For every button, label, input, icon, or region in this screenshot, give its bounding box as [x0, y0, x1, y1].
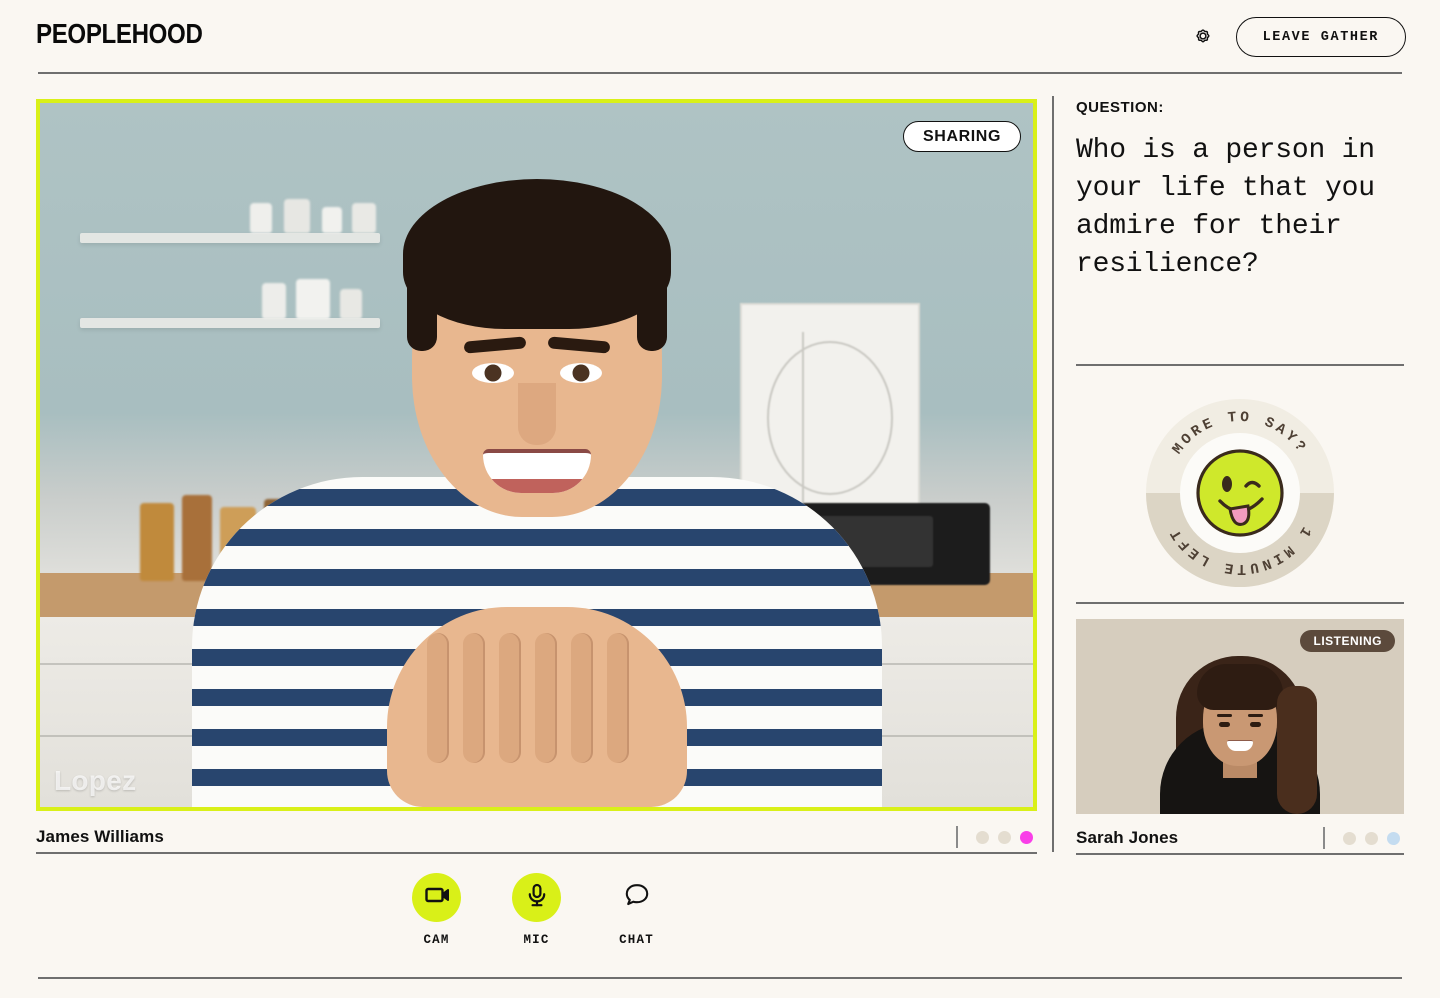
- connection-dot: [976, 830, 989, 844]
- cam-button[interactable]: CAM: [400, 873, 474, 947]
- connection-dot: [1343, 831, 1356, 845]
- cam-button-bubble: [412, 873, 461, 922]
- header-actions: LEAVE GATHER: [1188, 17, 1406, 57]
- thumbnail-participant-row: Sarah Jones: [1076, 823, 1404, 853]
- chat-button-label: CHAT: [619, 933, 654, 947]
- sharing-status-badge: SHARING: [903, 121, 1021, 152]
- winking-tongue-smiley-icon: [1196, 449, 1284, 537]
- participant-thumbnail-video: LISTENING: [1076, 619, 1404, 814]
- connection-dot: [1365, 831, 1378, 845]
- main-video-stage[interactable]: Lopez SHARING: [36, 99, 1037, 811]
- question-text: Who is a person in your life that you ad…: [1076, 135, 1375, 281]
- main-participant-name: James Williams: [36, 827, 164, 846]
- leave-gather-button[interactable]: LEAVE GATHER: [1235, 17, 1406, 57]
- mic-button-bubble: [512, 873, 561, 922]
- footer-divider: [38, 977, 1402, 979]
- speech-bubble-icon: [622, 880, 652, 915]
- listening-status-badge: LISTENING: [1300, 630, 1395, 652]
- header-divider: [38, 72, 1402, 74]
- connection-dot: [1020, 830, 1033, 844]
- thumbnail-connection-dots: [1343, 831, 1400, 845]
- connection-dot: [1387, 831, 1400, 845]
- timer-badge-wrap: MORE TO SAY? 1 MINUTE LEFT: [1076, 395, 1404, 591]
- main-video-frame: Lopez SHARING: [36, 99, 1037, 811]
- sidebar-divider: [1076, 602, 1404, 604]
- thumbnail-participant-name: Sarah Jones: [1076, 828, 1179, 847]
- main-connection-dots: [976, 830, 1033, 844]
- row-separator: [956, 826, 958, 848]
- mic-button-label: MIC: [523, 933, 550, 947]
- participant-thumbnail-panel[interactable]: LISTENING Sarah Jones: [1076, 619, 1404, 855]
- connection-dot: [998, 830, 1011, 844]
- sidebar: QUESTION: Who is a person in your life t…: [1076, 99, 1404, 855]
- thumbnail-person: [1145, 646, 1335, 814]
- question-label: QUESTION:: [1076, 99, 1164, 116]
- brand-logo: PEOPLEHOOD: [36, 18, 203, 49]
- person-hair: [402, 179, 671, 351]
- chat-button-bubble: [612, 873, 661, 922]
- microphone-icon: [523, 881, 551, 914]
- control-bar: CAM MIC CHAT: [0, 873, 1073, 947]
- video-camera-icon: [423, 881, 451, 914]
- sidebar-divider: [1076, 364, 1404, 366]
- stage-divider: [1052, 96, 1054, 852]
- row-separator: [1323, 827, 1325, 849]
- main-row-divider: [36, 852, 1037, 854]
- cam-button-label: CAM: [423, 933, 450, 947]
- settings-gear-button[interactable]: [1188, 22, 1218, 52]
- gear-icon: [1191, 24, 1215, 51]
- app-header: PEOPLEHOOD LEAVE GATHER: [0, 0, 1440, 73]
- video-scene: Lopez: [40, 103, 1033, 807]
- mic-button[interactable]: MIC: [500, 873, 574, 947]
- main-participant-row: James Williams: [36, 822, 1037, 852]
- scene-person: [177, 167, 897, 807]
- thumbnail-divider: [1076, 853, 1404, 855]
- timer-badge: MORE TO SAY? 1 MINUTE LEFT: [1146, 399, 1334, 587]
- person-hands: [386, 607, 687, 807]
- scene-bottle: [140, 503, 174, 581]
- chat-button[interactable]: CHAT: [600, 873, 674, 947]
